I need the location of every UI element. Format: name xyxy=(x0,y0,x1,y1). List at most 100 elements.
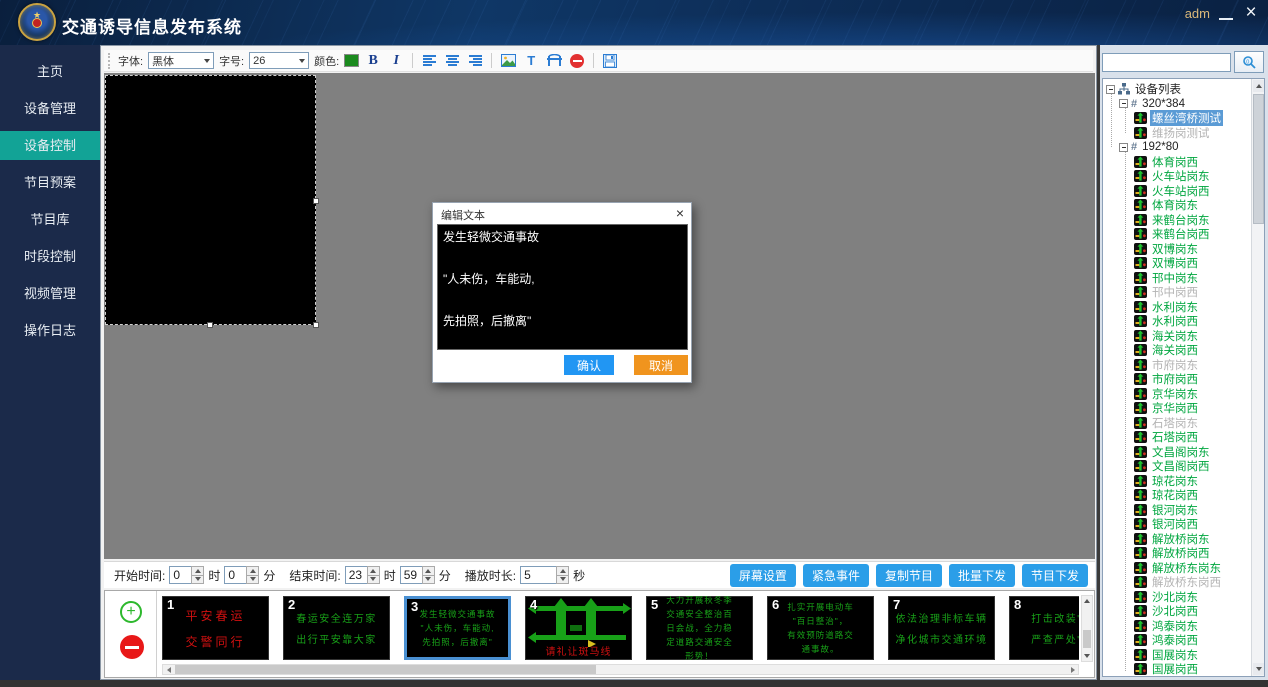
tree-device-row[interactable]: 琼花岗西 xyxy=(1103,488,1251,503)
collapse-toggle-icon[interactable] xyxy=(1106,85,1115,94)
playlist-thumbnail[interactable]: 3 发生轻微交通事故"人未伤，车能动,先拍照，后撤离" xyxy=(404,596,511,660)
align-left-button[interactable] xyxy=(420,52,438,70)
playlist-thumbnail[interactable]: 7 依法治理非标车辆净化城市交通环境 xyxy=(888,596,995,660)
resize-handle-corner[interactable] xyxy=(313,322,319,328)
sidebar-item[interactable]: 节目预案 xyxy=(0,168,100,197)
tree-device-row[interactable]: 京华岗东 xyxy=(1103,387,1251,402)
scrollbar-thumb[interactable] xyxy=(175,665,596,674)
tree-device-row[interactable]: 双博岗东 xyxy=(1103,242,1251,257)
tree-device-row[interactable]: 体育岗西 xyxy=(1103,155,1251,170)
spin-up-button[interactable] xyxy=(422,566,435,576)
insert-image-button[interactable] xyxy=(499,52,517,70)
add-program-button[interactable]: + xyxy=(120,601,142,623)
tree-device-row[interactable]: 邗中岗西 xyxy=(1103,285,1251,300)
tree-device-row[interactable]: 水利岗西 xyxy=(1103,314,1251,329)
vertical-scrollbar[interactable] xyxy=(1081,595,1093,662)
spin-up-button[interactable] xyxy=(191,566,204,576)
spin-down-button[interactable] xyxy=(246,576,259,585)
tree-device-row[interactable]: 银河岗西 xyxy=(1103,517,1251,532)
tree-device-row[interactable]: 国展岗西 xyxy=(1103,662,1251,677)
scroll-left-icon[interactable] xyxy=(163,665,174,674)
align-center-button[interactable] xyxy=(443,52,461,70)
start-hour-value[interactable]: 0 xyxy=(169,566,191,584)
scrollbar-thumb[interactable] xyxy=(1253,94,1264,224)
search-button[interactable]: 0 xyxy=(1234,51,1264,73)
tree-device-row[interactable]: 国展岗东 xyxy=(1103,648,1251,663)
close-button[interactable]: × xyxy=(1242,3,1260,23)
tree-device-row[interactable]: 琼花岗东 xyxy=(1103,474,1251,489)
tree-device-row[interactable]: 海关岗东 xyxy=(1103,329,1251,344)
sidebar-item[interactable]: 视频管理 xyxy=(0,279,100,308)
tree-device-row[interactable]: 银河岗东 xyxy=(1103,503,1251,518)
minimize-button[interactable] xyxy=(1218,11,1234,25)
collapse-toggle-icon[interactable] xyxy=(1119,99,1128,108)
action-button[interactable]: 复制节目 xyxy=(876,564,942,587)
spin-up-button[interactable] xyxy=(246,566,259,576)
font-size-select[interactable]: 26 xyxy=(249,52,309,69)
bold-button[interactable]: B xyxy=(364,52,382,70)
start-minute-value[interactable]: 0 xyxy=(224,566,246,584)
led-preview-panel[interactable] xyxy=(105,75,316,325)
tree-device-row[interactable]: 石塔岗西 xyxy=(1103,430,1251,445)
no-entry-button[interactable] xyxy=(568,52,586,70)
scroll-right-icon[interactable] xyxy=(1067,665,1078,674)
tree-device-row[interactable]: 解放桥东岗西 xyxy=(1103,575,1251,590)
tree-device-row[interactable]: 鸿泰岗东 xyxy=(1103,619,1251,634)
spin-down-button[interactable] xyxy=(367,576,380,585)
start-minute-spinner[interactable]: 0 xyxy=(224,566,259,584)
spin-up-button[interactable] xyxy=(556,566,569,576)
playlist-thumbnail[interactable]: 8 打击改装"炸严查严处"机 xyxy=(1009,596,1079,660)
tree-device-row[interactable]: 沙北岗东 xyxy=(1103,590,1251,605)
save-button[interactable] xyxy=(601,52,619,70)
end-hour-spinner[interactable]: 23 xyxy=(345,566,380,584)
tree-group-row[interactable]: #320*384 xyxy=(1103,97,1251,112)
playlist-thumbnail[interactable]: 5 大力开展秋冬季交通安全整治百日会战，全力稳定道路交通安全形势！ xyxy=(646,596,753,660)
tree-device-row[interactable]: 京华岗西 xyxy=(1103,401,1251,416)
end-minute-spinner[interactable]: 59 xyxy=(400,566,435,584)
dialog-close-button[interactable]: × xyxy=(676,205,684,221)
end-minute-value[interactable]: 59 xyxy=(400,566,422,584)
resize-handle-bottom[interactable] xyxy=(207,322,213,328)
start-hour-spinner[interactable]: 0 xyxy=(169,566,204,584)
duration-value[interactable]: 5 xyxy=(520,566,556,584)
color-swatch[interactable] xyxy=(344,54,359,67)
tree-device-row[interactable]: 火车站岗西 xyxy=(1103,184,1251,199)
tree-group-row[interactable]: #192*80 xyxy=(1103,140,1251,155)
scroll-up-icon[interactable] xyxy=(1082,596,1092,606)
spin-down-button[interactable] xyxy=(191,576,204,585)
tree-device-row[interactable]: 文昌阁岗东 xyxy=(1103,445,1251,460)
remove-program-button[interactable] xyxy=(120,635,144,659)
confirm-button[interactable]: 确认 xyxy=(564,355,614,375)
playlist-thumbnail[interactable]: 4 xyxy=(525,596,632,660)
scroll-up-icon[interactable] xyxy=(1253,80,1264,92)
sidebar-item[interactable]: 主页 xyxy=(0,57,100,86)
sidebar-item[interactable]: 节目库 xyxy=(0,205,100,234)
horizontal-scrollbar[interactable] xyxy=(162,664,1079,675)
tree-device-row[interactable]: 维扬岗测试 xyxy=(1103,126,1251,141)
tree-device-row[interactable]: 双博岗西 xyxy=(1103,256,1251,271)
playlist-thumbnail[interactable]: 1 平安春运交警同行 xyxy=(162,596,269,660)
tree-device-row[interactable]: 解放桥岗东 xyxy=(1103,532,1251,547)
spin-up-button[interactable] xyxy=(367,566,380,576)
tree-device-row[interactable]: 体育岗东 xyxy=(1103,198,1251,213)
tree-root-row[interactable]: 设备列表 xyxy=(1103,82,1251,97)
tree-device-row[interactable]: 文昌阁岗西 xyxy=(1103,459,1251,474)
playlist-thumbnail[interactable]: 2 春运安全连万家出行平安靠大家 xyxy=(283,596,390,660)
tree-device-row[interactable]: 市府岗西 xyxy=(1103,372,1251,387)
italic-button[interactable]: I xyxy=(387,52,405,70)
action-button[interactable]: 紧急事件 xyxy=(803,564,869,587)
spin-down-button[interactable] xyxy=(556,576,569,585)
barrier-tool-button[interactable] xyxy=(545,52,563,70)
action-button[interactable]: 批量下发 xyxy=(949,564,1015,587)
tree-device-row[interactable]: 石塔岗东 xyxy=(1103,416,1251,431)
sidebar-item[interactable]: 设备控制 xyxy=(0,131,100,160)
action-button[interactable]: 节目下发 xyxy=(1022,564,1088,587)
tree-device-row[interactable]: 邗中岗东 xyxy=(1103,271,1251,286)
cancel-button[interactable]: 取消 xyxy=(634,355,688,375)
tree-device-row[interactable]: 海关岗西 xyxy=(1103,343,1251,358)
align-right-button[interactable] xyxy=(466,52,484,70)
search-input[interactable] xyxy=(1102,53,1231,72)
sidebar-item[interactable]: 设备管理 xyxy=(0,94,100,123)
tree-scrollbar[interactable] xyxy=(1251,79,1264,676)
tree-device-row[interactable]: 市府岗东 xyxy=(1103,358,1251,373)
